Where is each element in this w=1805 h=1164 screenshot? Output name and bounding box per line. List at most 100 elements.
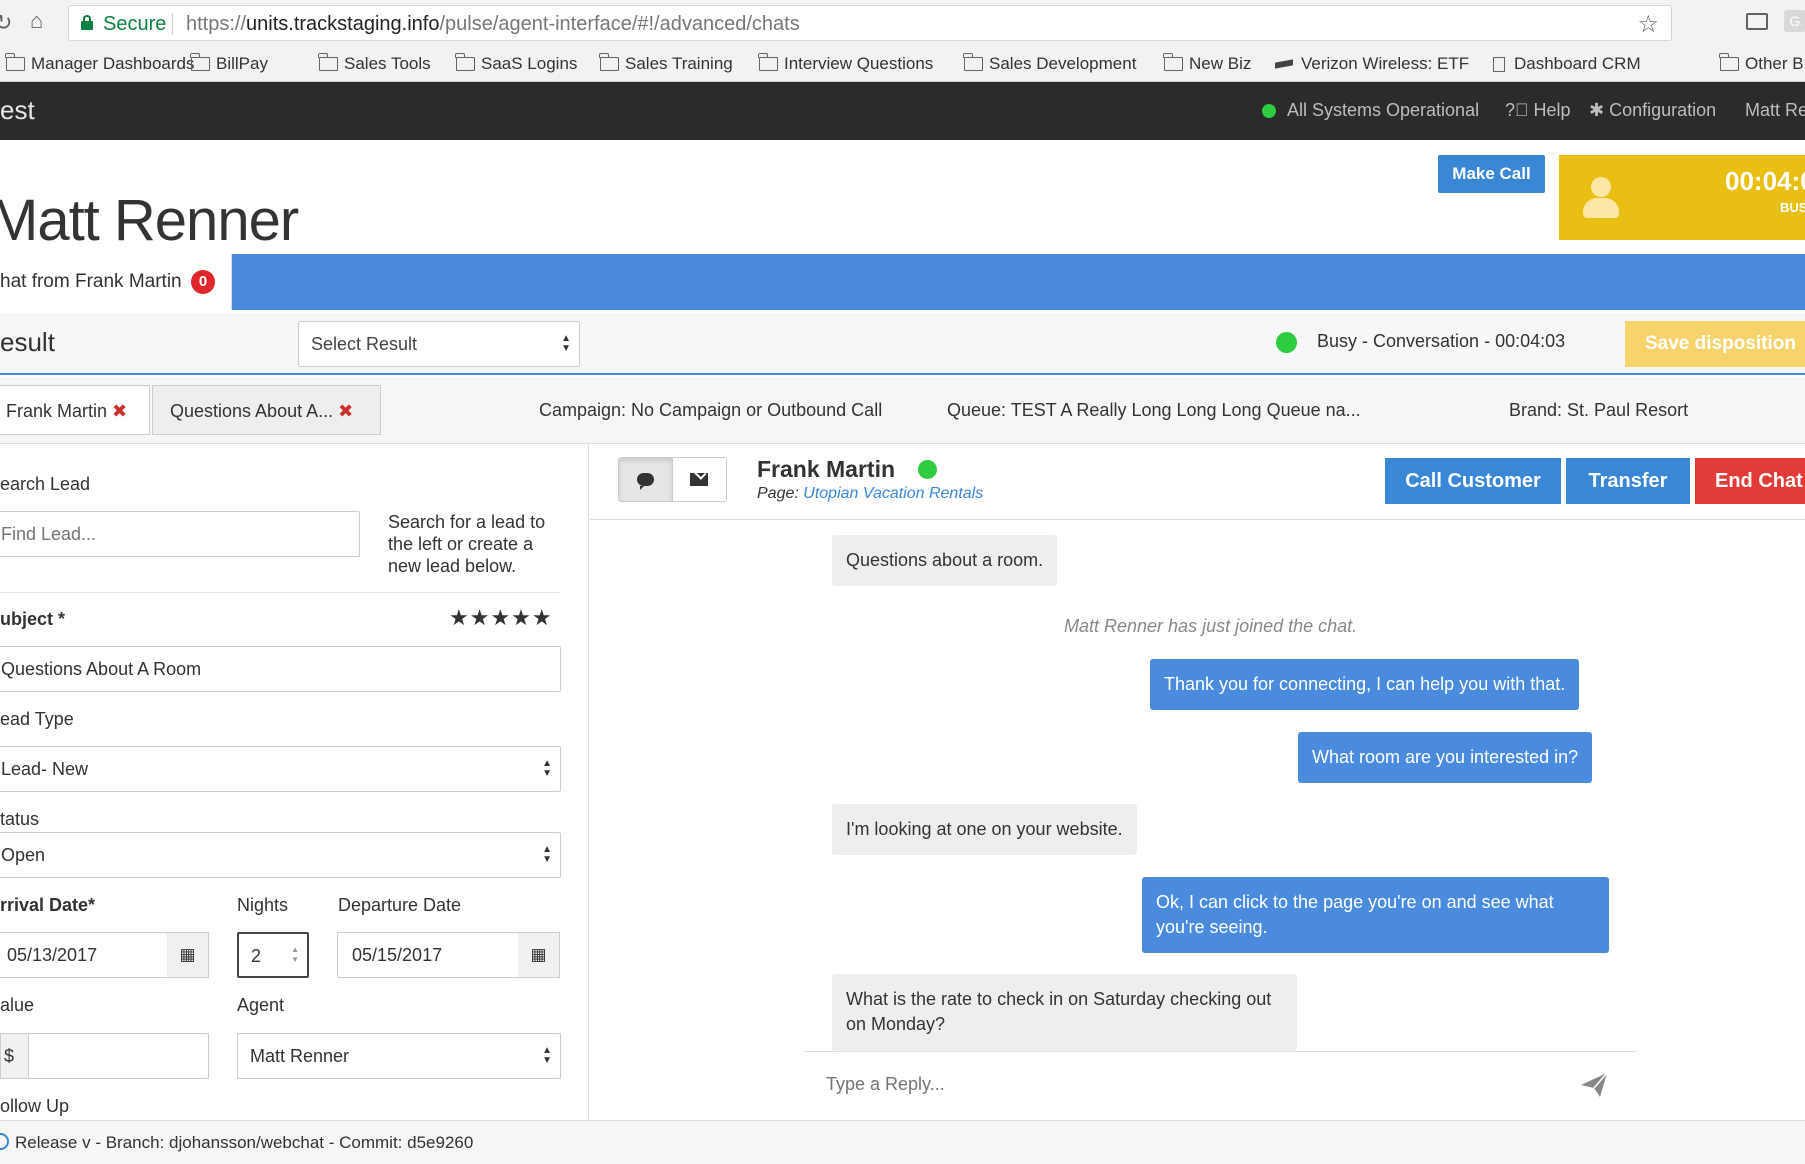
bookmark-star-icon[interactable]: ☆ xyxy=(1637,10,1659,39)
bookmark-item[interactable]: Interview Questions xyxy=(758,53,933,74)
calendar-icon[interactable]: ▦ xyxy=(167,932,209,978)
user-menu[interactable]: Matt Re xyxy=(1745,100,1805,121)
gear-icon: ✱ xyxy=(1589,100,1605,120)
email-mode-button[interactable] xyxy=(672,458,726,501)
departure-date-field[interactable]: 05/15/2017 xyxy=(337,932,519,978)
bookmark-item[interactable]: Verizon Wireless: ETF xyxy=(1275,54,1469,74)
result-row: esult Select Result ▲ ▼ Busy - Conversati… xyxy=(0,313,1805,375)
result-select[interactable]: Select Result ▲ ▼ xyxy=(298,321,580,367)
question-circle-icon: ?⃝ xyxy=(1505,100,1529,120)
folder-icon xyxy=(1719,53,1739,71)
chat-system-message: Matt Renner has just joined the chat. xyxy=(1064,616,1358,636)
customer-online-dot xyxy=(918,460,937,479)
system-status-link[interactable]: All Systems Operational xyxy=(1287,100,1479,121)
footer: Release v - Branch: djohansson/webchat -… xyxy=(0,1120,1805,1164)
departure-date-label: Departure Date xyxy=(338,895,462,915)
folder-icon xyxy=(599,53,619,71)
search-lead-label: earch Lead xyxy=(0,474,91,494)
transfer-button[interactable]: Transfer xyxy=(1566,458,1690,504)
bookmark-item[interactable]: BillPay xyxy=(190,53,268,74)
customer-page: Page: Utopian Vacation Rentals xyxy=(757,485,984,502)
status-label: tatus xyxy=(0,809,40,829)
call-customer-button[interactable]: Call Customer xyxy=(1385,458,1561,504)
select-arrows-icon: ▲ ▼ xyxy=(561,333,571,354)
agent-select[interactable]: Matt Renner ▲ ▼ xyxy=(237,1033,561,1079)
folder-icon xyxy=(455,53,475,71)
reply-input[interactable] xyxy=(806,1054,1566,1114)
reload-icon[interactable]: ↻ xyxy=(0,10,12,36)
browser-toolbar: ↻ ⌂ Secure https://units.trackstaging.in… xyxy=(0,0,1805,46)
address-bar[interactable]: Secure https://units.trackstaging.info/p… xyxy=(68,5,1672,41)
release-info: Release v - Branch: djohansson/webchat -… xyxy=(15,1133,474,1152)
close-icon[interactable]: ✖ xyxy=(338,401,353,421)
result-title: esult xyxy=(0,327,55,357)
lead-type-select[interactable]: Lead- New ▲ ▼ xyxy=(0,746,561,792)
arrival-date-field[interactable]: 05/13/2017 xyxy=(0,932,168,978)
queue-info: Queue: TEST A Really Long Long Long Queu… xyxy=(947,400,1361,420)
form-divider xyxy=(0,592,560,593)
agent-label: Agent xyxy=(237,995,285,1015)
tab-questions-about-room[interactable]: Questions About A... ✖ xyxy=(152,385,381,435)
other-bookmarks[interactable]: Other B xyxy=(1719,53,1804,74)
search-help-text: Search for a lead to the left or create a… xyxy=(388,512,546,576)
conversation-status: Busy - Conversation - 00:04:03 xyxy=(1317,331,1566,351)
url-text[interactable]: https://units.trackstaging.info/pulse/ag… xyxy=(186,13,800,36)
page-link[interactable]: Utopian Vacation Rentals xyxy=(803,485,983,502)
follow-up-label: ollow Up xyxy=(0,1096,70,1116)
chat-mode-button[interactable] xyxy=(619,458,673,501)
stepper-arrows-icon[interactable]: ▲ ▼ xyxy=(291,945,299,965)
subject-label: ubject * xyxy=(0,609,66,629)
agent-status-box[interactable]: 00:04:0 BUS xyxy=(1559,155,1805,240)
chat-message-agent: Thank you for connecting, I can help you… xyxy=(1150,659,1580,710)
bookmark-item[interactable]: Manager Dashboards xyxy=(5,53,194,74)
tab-frank-martin[interactable]: Frank Martin ✖ xyxy=(0,385,150,435)
chat-header: Frank Martin Page: Utopian Vacation Rent… xyxy=(590,444,1805,520)
agent-state: BUS xyxy=(1780,200,1805,215)
system-status-dot xyxy=(1262,104,1276,118)
extension-icon[interactable]: G xyxy=(1784,10,1805,32)
find-lead-input[interactable] xyxy=(0,511,360,557)
bookmark-item[interactable]: Sales Training xyxy=(599,53,733,74)
arrival-date-label: rrival Date* xyxy=(0,895,96,915)
rating-stars[interactable]: ★★★★★ xyxy=(449,605,553,631)
folder-icon xyxy=(318,53,338,71)
status-select[interactable]: Open ▲ ▼ xyxy=(0,832,561,878)
end-chat-button[interactable]: End Chat xyxy=(1695,458,1805,504)
subject-field[interactable]: Questions About A Room xyxy=(0,646,561,692)
select-arrows-icon: ▲ ▼ xyxy=(542,1045,552,1066)
configuration-link[interactable]: ✱ Configuration xyxy=(1589,100,1716,121)
reply-divider xyxy=(804,1051,1637,1052)
unread-badge: 0 xyxy=(191,270,215,294)
make-call-button[interactable]: Make Call xyxy=(1438,155,1545,193)
comment-icon xyxy=(636,473,654,490)
bookmark-item[interactable]: New Biz xyxy=(1163,53,1251,74)
folder-icon xyxy=(963,53,983,71)
value-input[interactable] xyxy=(28,1033,209,1079)
busy-status-dot xyxy=(1276,332,1297,353)
save-disposition-button[interactable]: Save disposition xyxy=(1625,321,1805,367)
home-icon[interactable]: ⌂ xyxy=(30,8,43,34)
calendar-icon[interactable]: ▦ xyxy=(518,932,560,978)
nights-stepper[interactable]: 2 ▲ ▼ xyxy=(237,932,309,978)
tab-chat-frank-martin[interactable]: hat from Frank Martin 0 xyxy=(0,254,232,310)
chat-message-customer: Questions about a room. xyxy=(832,535,1058,586)
app-brand[interactable]: est xyxy=(0,95,35,126)
lead-type-label: ead Type xyxy=(0,709,74,729)
chat-message-customer: What is the rate to check in on Saturday… xyxy=(832,974,1297,1051)
secure-label: Secure xyxy=(103,13,167,35)
bookmark-item[interactable]: Sales Tools xyxy=(318,53,431,74)
nights-label: Nights xyxy=(237,895,289,915)
cast-icon[interactable] xyxy=(1746,13,1768,30)
verizon-icon xyxy=(1275,59,1293,69)
info-row: Frank Martin ✖ Questions About A... ✖ Camp… xyxy=(0,377,1805,444)
page-icon xyxy=(1493,56,1505,72)
close-icon[interactable]: ✖ xyxy=(112,401,127,421)
bookmark-item[interactable]: Dashboard CRM xyxy=(1493,54,1641,74)
chat-mode-toggle xyxy=(618,457,727,502)
bookmark-item[interactable]: Sales Development xyxy=(963,53,1136,74)
send-icon[interactable] xyxy=(1579,1070,1609,1100)
help-link[interactable]: ?⃝ Help xyxy=(1505,100,1571,121)
folder-icon xyxy=(190,53,210,71)
bookmark-item[interactable]: SaaS Logins xyxy=(455,53,577,74)
envelope-icon xyxy=(690,473,709,486)
